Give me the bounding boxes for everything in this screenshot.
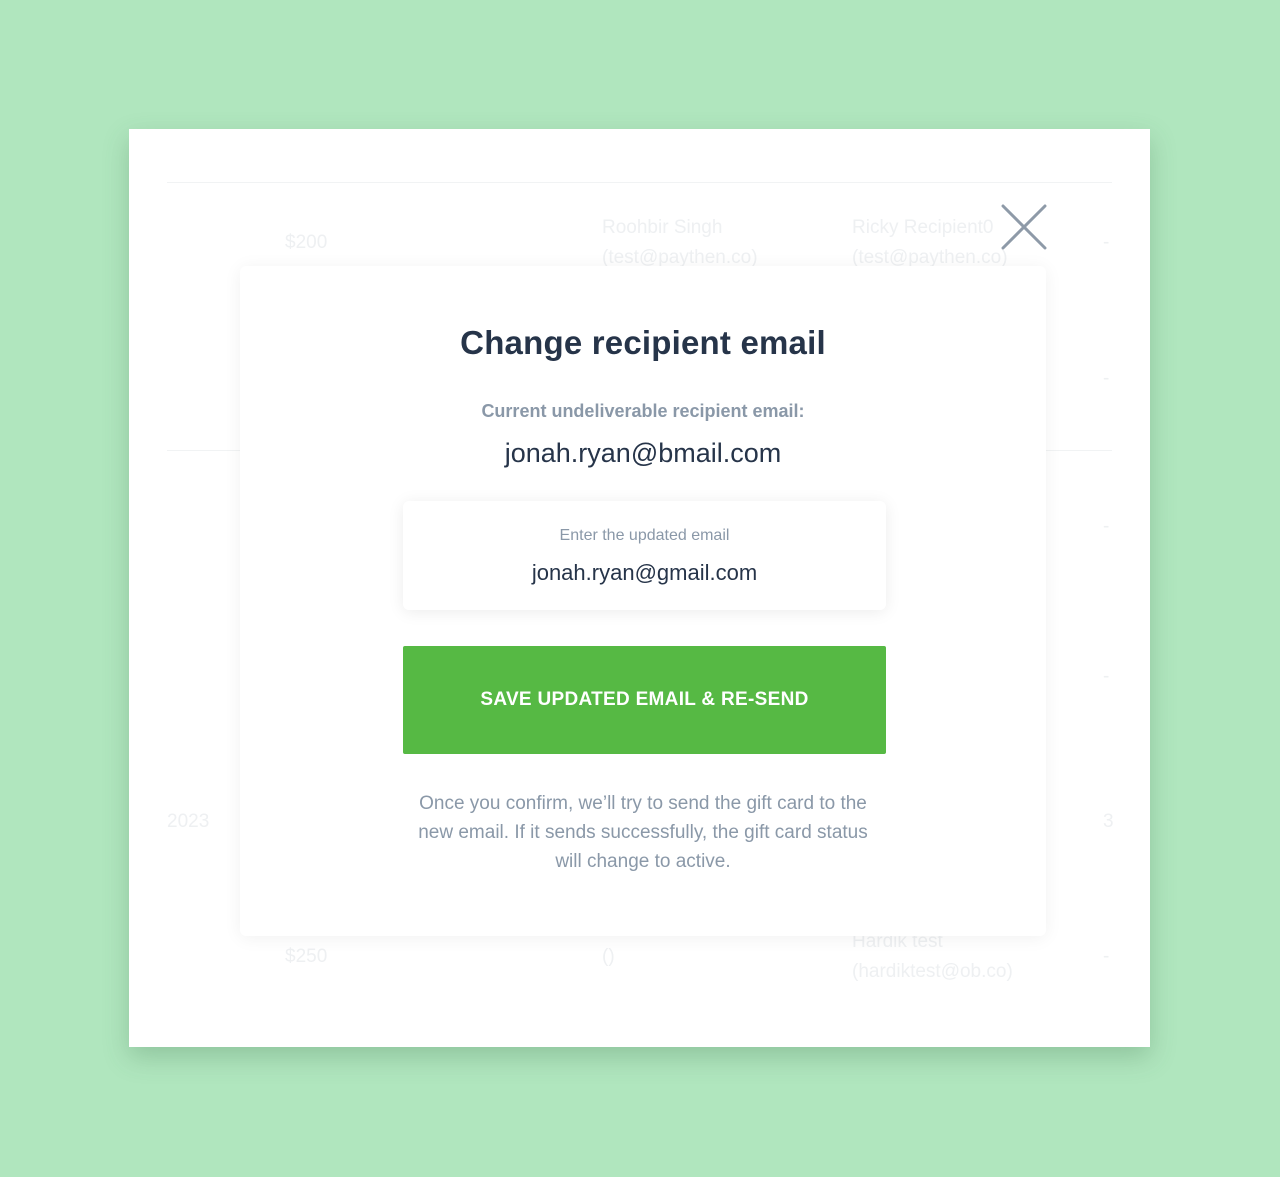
table-cell-status: - [1103, 946, 1110, 967]
table-cell-amount: $200 [285, 232, 328, 253]
change-email-dialog: Change recipient email Current undeliver… [240, 266, 1046, 936]
dialog-title: Change recipient email [460, 324, 826, 361]
current-email-value: jonah.ryan@bmail.com [504, 438, 782, 468]
close-button[interactable] [1000, 203, 1048, 251]
table-cell-status: - [1103, 516, 1110, 537]
table-cell-recipient-email: (hardiktest@ob.co) [852, 961, 1013, 982]
table-cell-status: - [1103, 368, 1110, 389]
table-divider [167, 182, 1112, 183]
table-cell-status: - [1103, 666, 1110, 687]
table-cell-sender: Roohbir Singh [602, 217, 723, 238]
updated-email-label: Enter the updated email [559, 527, 730, 544]
current-email-label: Current undeliverable recipient email: [481, 401, 805, 421]
close-x-icon [1001, 204, 1047, 250]
table-cell-sender: () [602, 946, 615, 967]
updated-email-input[interactable] [403, 560, 886, 586]
table-cell-date: 2023 [167, 811, 210, 832]
updated-email-field[interactable]: Enter the updated email [403, 501, 886, 610]
table-cell-amount: $250 [285, 946, 328, 967]
table-cell-count: 3 [1103, 811, 1114, 832]
confirmation-note: Once you confirm, we’ll try to send the … [418, 793, 868, 872]
save-and-resend-button[interactable]: SAVE UPDATED EMAIL & RE-SEND [403, 646, 886, 754]
table-cell-recipient: Ricky Recipient0 [852, 217, 994, 238]
table-cell-status: - [1103, 232, 1110, 253]
